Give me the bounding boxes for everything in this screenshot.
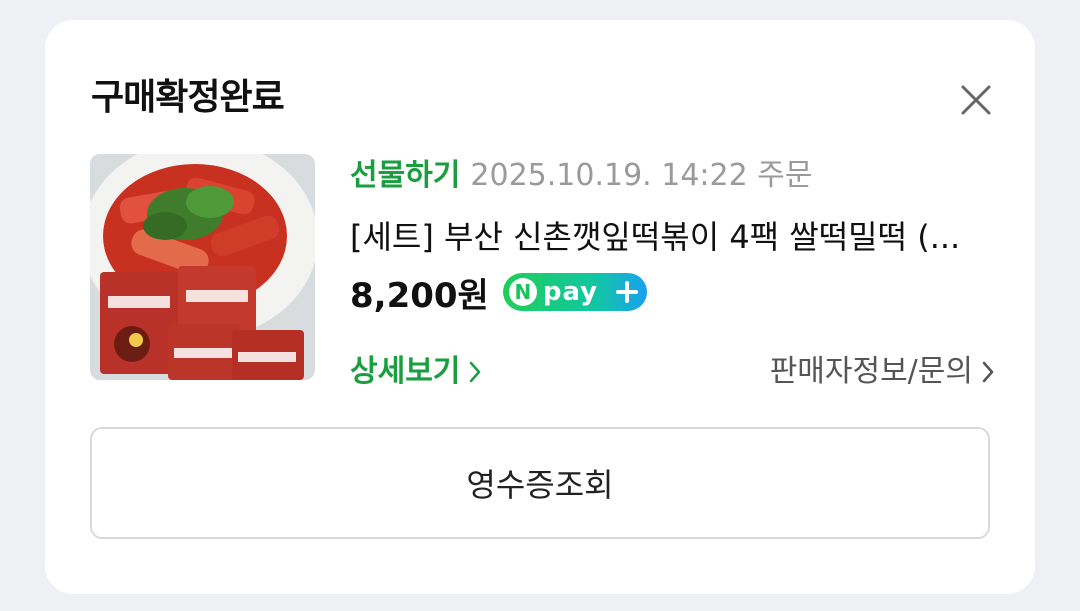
npay-n-logo-icon: N	[508, 278, 537, 306]
dialog-title: 구매확정완료	[91, 77, 285, 118]
plus-icon	[615, 281, 638, 303]
product-price: 8,200원	[350, 275, 489, 316]
order-datetime: 2025.10.19. 14:22 주문	[470, 158, 813, 193]
product-name[interactable]: [세트] 부산 신촌깻잎떡볶이 4팩 쌀떡밀떡 (...	[350, 216, 995, 258]
view-details-label: 상세보기	[350, 354, 461, 389]
npay-text: pay	[542, 277, 599, 307]
receipt-lookup-button[interactable]: 영수증조회	[90, 427, 990, 539]
close-icon	[961, 85, 991, 115]
purchase-confirmed-dialog: 구매확정완료 선물하기 2025.10.19. 14:22 주문 [세트] 부산…	[45, 20, 1035, 594]
chevron-right-icon	[470, 361, 481, 383]
seller-info-link[interactable]: 판매자정보/문의	[770, 352, 995, 392]
npay-plus-badge: N pay	[502, 273, 647, 311]
price-row: 8,200원 N pay	[350, 268, 647, 316]
product-thumbnail[interactable]	[90, 154, 315, 380]
order-meta: 선물하기 2025.10.19. 14:22 주문	[350, 156, 812, 196]
chevron-right-icon	[982, 361, 994, 383]
close-button[interactable]	[956, 80, 996, 120]
view-details-link[interactable]: 상세보기	[350, 352, 482, 392]
gift-label: 선물하기	[350, 158, 461, 193]
seller-info-label: 판매자정보/문의	[769, 354, 973, 389]
